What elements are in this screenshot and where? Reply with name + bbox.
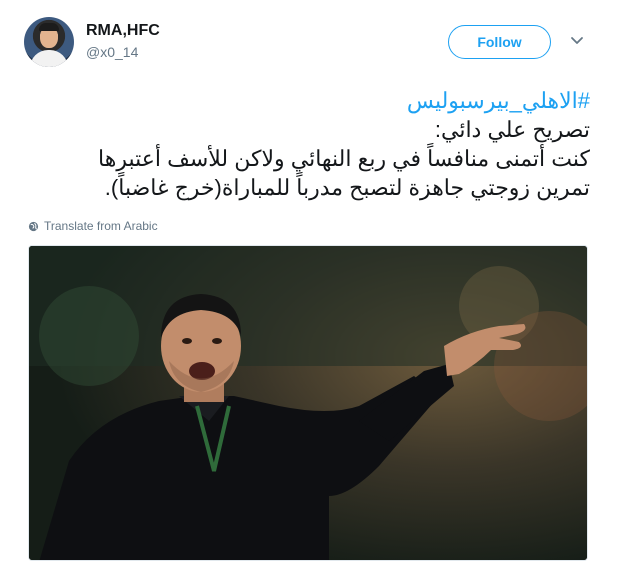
- globe-icon: [28, 221, 39, 231]
- tweet-photo[interactable]: [28, 245, 588, 561]
- translate-link[interactable]: Translate from Arabic: [28, 219, 158, 233]
- tweet-line: كنت أتمنى منافساً في ربع النهائي ولاكن ل…: [98, 146, 590, 171]
- chevron-down-icon[interactable]: [570, 36, 584, 46]
- avatar-shirt: [30, 50, 68, 67]
- tweet-text: #الاهلي_بيرسبوليس تصريح علي دائي: كنت أت…: [24, 86, 590, 202]
- follow-button[interactable]: Follow: [448, 25, 551, 59]
- user-handle[interactable]: @x0_14: [86, 44, 138, 60]
- tweet-line: تمرين زوجتي جاهزة لتصبح مدرباً للمباراة(…: [104, 175, 590, 200]
- avatar[interactable]: [24, 17, 74, 67]
- avatar-hair: [39, 23, 59, 31]
- photo-man-gesturing: [29, 246, 587, 560]
- tweet-line: تصريح علي دائي:: [434, 117, 590, 142]
- hashtag-link[interactable]: #الاهلي_بيرسبوليس: [407, 88, 590, 113]
- display-name[interactable]: RMA,HFC: [86, 22, 160, 40]
- translate-label: Translate from Arabic: [44, 219, 158, 233]
